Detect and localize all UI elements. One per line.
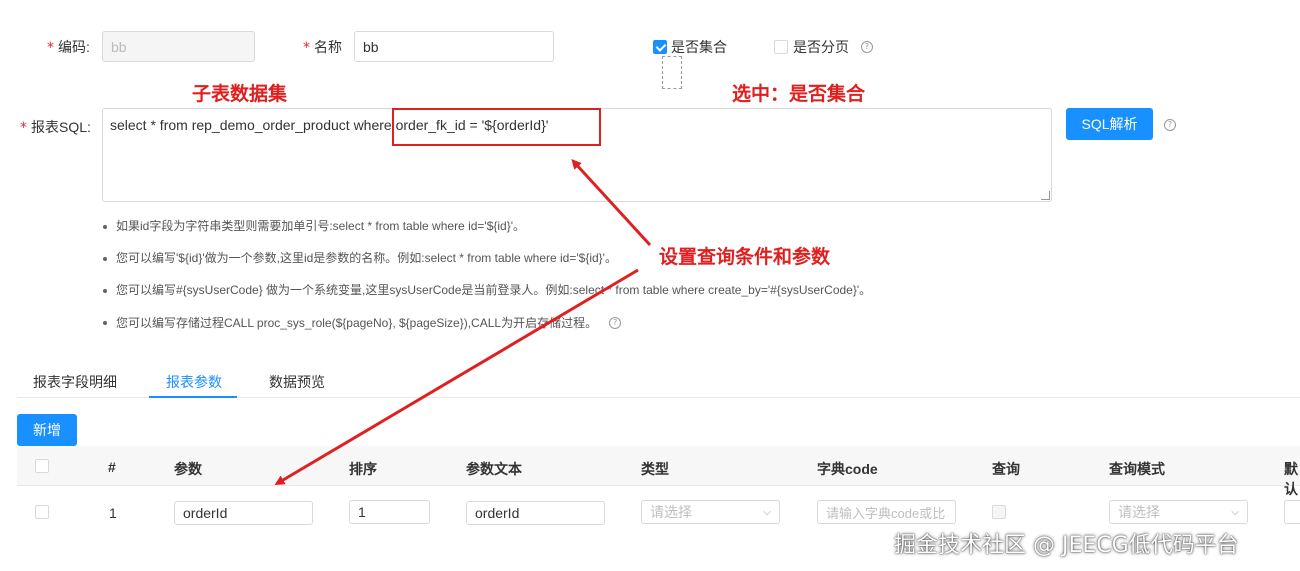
annotation-arrows <box>274 159 652 486</box>
arrow-to-sql <box>571 159 652 247</box>
arrow-to-param <box>274 268 639 486</box>
watermark: 掘金技术社区 @ JEECG低代码平台 <box>894 533 1239 558</box>
